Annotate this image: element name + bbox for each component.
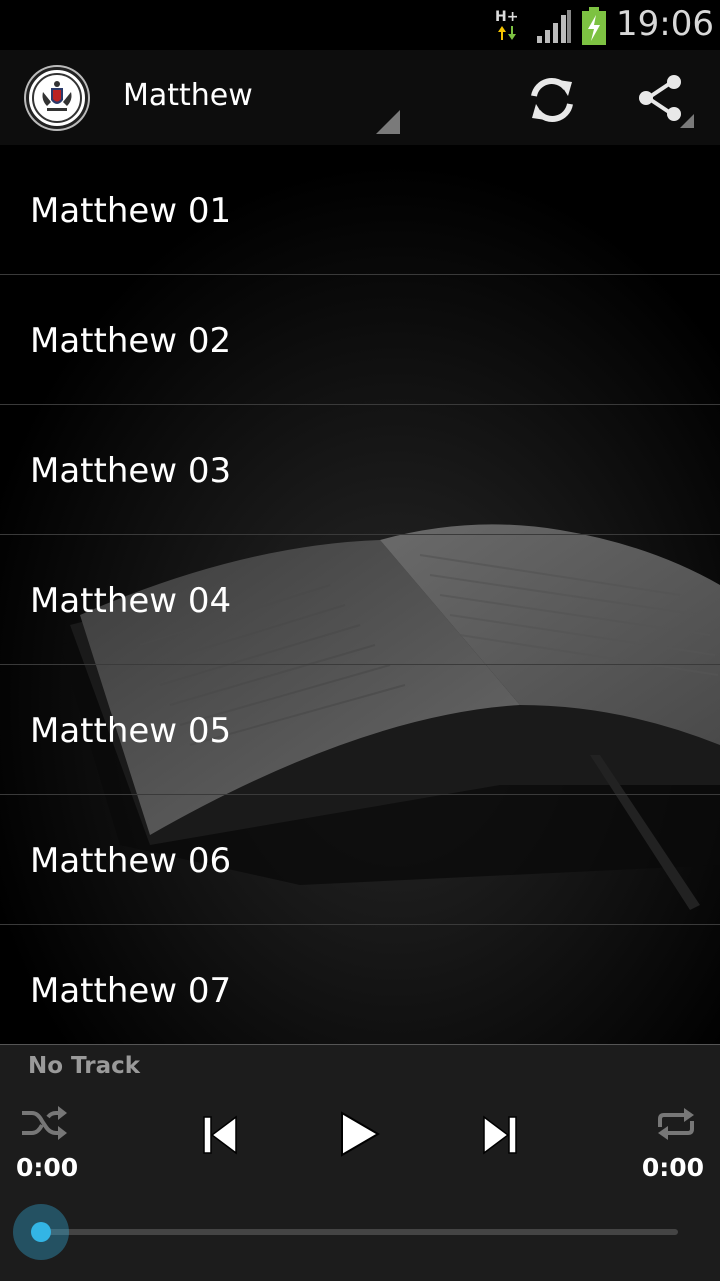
list-item-label: Matthew 05 (30, 711, 232, 751)
chapter-list: Matthew 01 Matthew 02 Matthew 03 Matthew… (0, 145, 720, 1045)
cell-signal-icon (537, 10, 571, 43)
chapter-list-area[interactable]: Matthew 01 Matthew 02 Matthew 03 Matthew… (0, 145, 720, 1045)
list-item-label: Matthew 02 (30, 321, 232, 361)
list-item[interactable]: Matthew 03 (0, 405, 720, 535)
list-item[interactable]: Matthew 04 (0, 535, 720, 665)
repeat-icon[interactable] (654, 1105, 698, 1143)
battery-charging-icon (582, 7, 606, 45)
next-icon[interactable] (480, 1113, 520, 1157)
status-bar: H+ 19:06 (0, 0, 720, 50)
list-item-label: Matthew 01 (30, 191, 232, 231)
elapsed-time: 0:00 (16, 1153, 79, 1182)
play-icon[interactable] (336, 1109, 382, 1159)
book-selector[interactable]: Matthew (123, 78, 253, 113)
status-time: 19:06 (616, 4, 714, 44)
list-item[interactable]: Matthew 07 (0, 925, 720, 1045)
list-item-label: Matthew 03 (30, 451, 232, 491)
crest-logo-icon[interactable] (26, 67, 88, 129)
network-type-icon: H+ (495, 9, 518, 40)
list-item[interactable]: Matthew 06 (0, 795, 720, 925)
shuffle-icon[interactable] (20, 1103, 68, 1143)
list-item[interactable]: Matthew 02 (0, 275, 720, 405)
list-item[interactable]: Matthew 05 (0, 665, 720, 795)
list-item-label: Matthew 06 (30, 841, 232, 881)
dropdown-indicator-icon (376, 110, 400, 134)
audio-player: No Track 0:00 0:00 (0, 1044, 720, 1281)
share-icon[interactable] (632, 70, 698, 136)
action-bar: Matthew (0, 50, 720, 145)
list-item-label: Matthew 04 (30, 581, 232, 621)
seek-thumb[interactable] (13, 1204, 69, 1260)
list-item[interactable]: Matthew 01 (0, 145, 720, 275)
list-item-label: Matthew 07 (30, 971, 232, 1011)
seek-bar[interactable] (40, 1229, 678, 1235)
track-name: No Track (28, 1053, 141, 1079)
network-type-label: H+ (495, 9, 518, 25)
total-duration: 0:00 (641, 1153, 704, 1182)
previous-icon[interactable] (200, 1113, 240, 1157)
refresh-icon[interactable] (522, 70, 582, 130)
